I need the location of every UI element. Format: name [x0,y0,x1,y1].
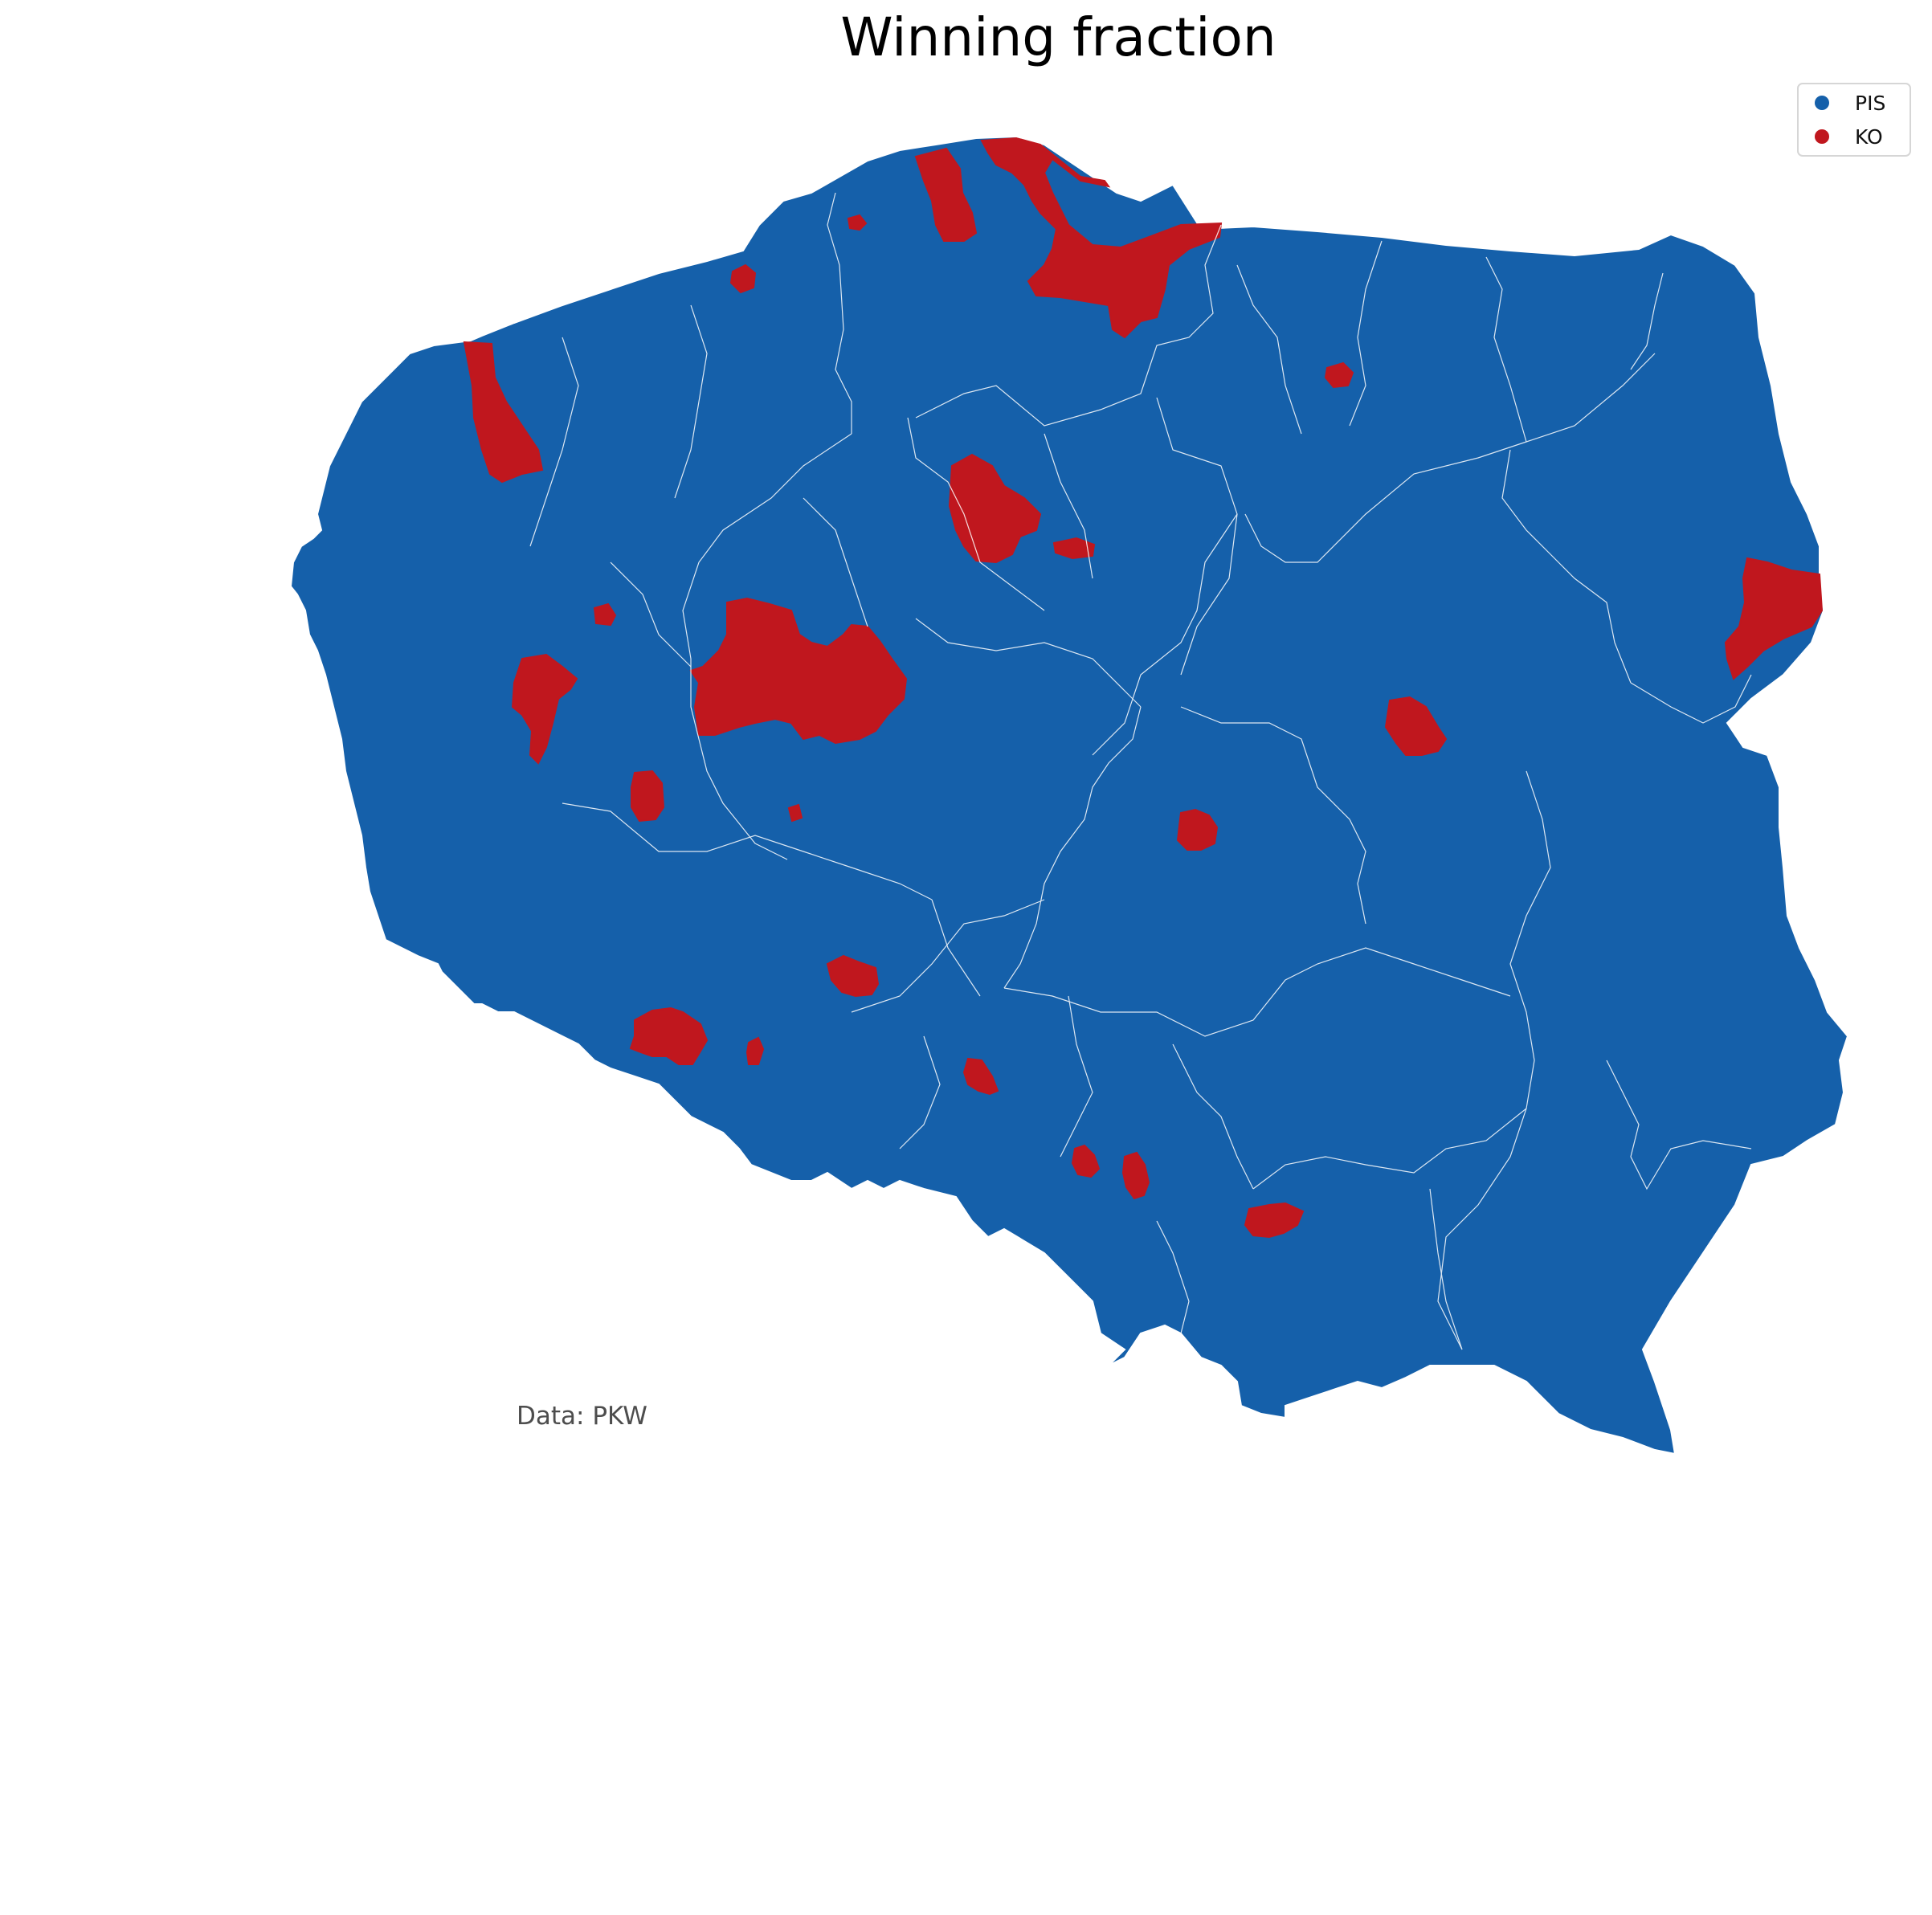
legend-label-pis: PIS [1855,91,1886,115]
legend: PIS KO [1797,83,1911,157]
source-note: Data: PKW [517,1402,647,1431]
poland-map [289,135,1849,1456]
region-ko-zielona-gora [631,770,665,823]
legend-label-ko: KO [1855,125,1883,149]
legend-marker-ko [1815,129,1829,144]
legend-item-ko: KO [1815,123,1883,150]
legend-marker-pis [1815,96,1829,110]
legend-item-pis: PIS [1815,89,1885,116]
region-ko-leszno [787,803,803,823]
region-pis [289,135,1849,1456]
